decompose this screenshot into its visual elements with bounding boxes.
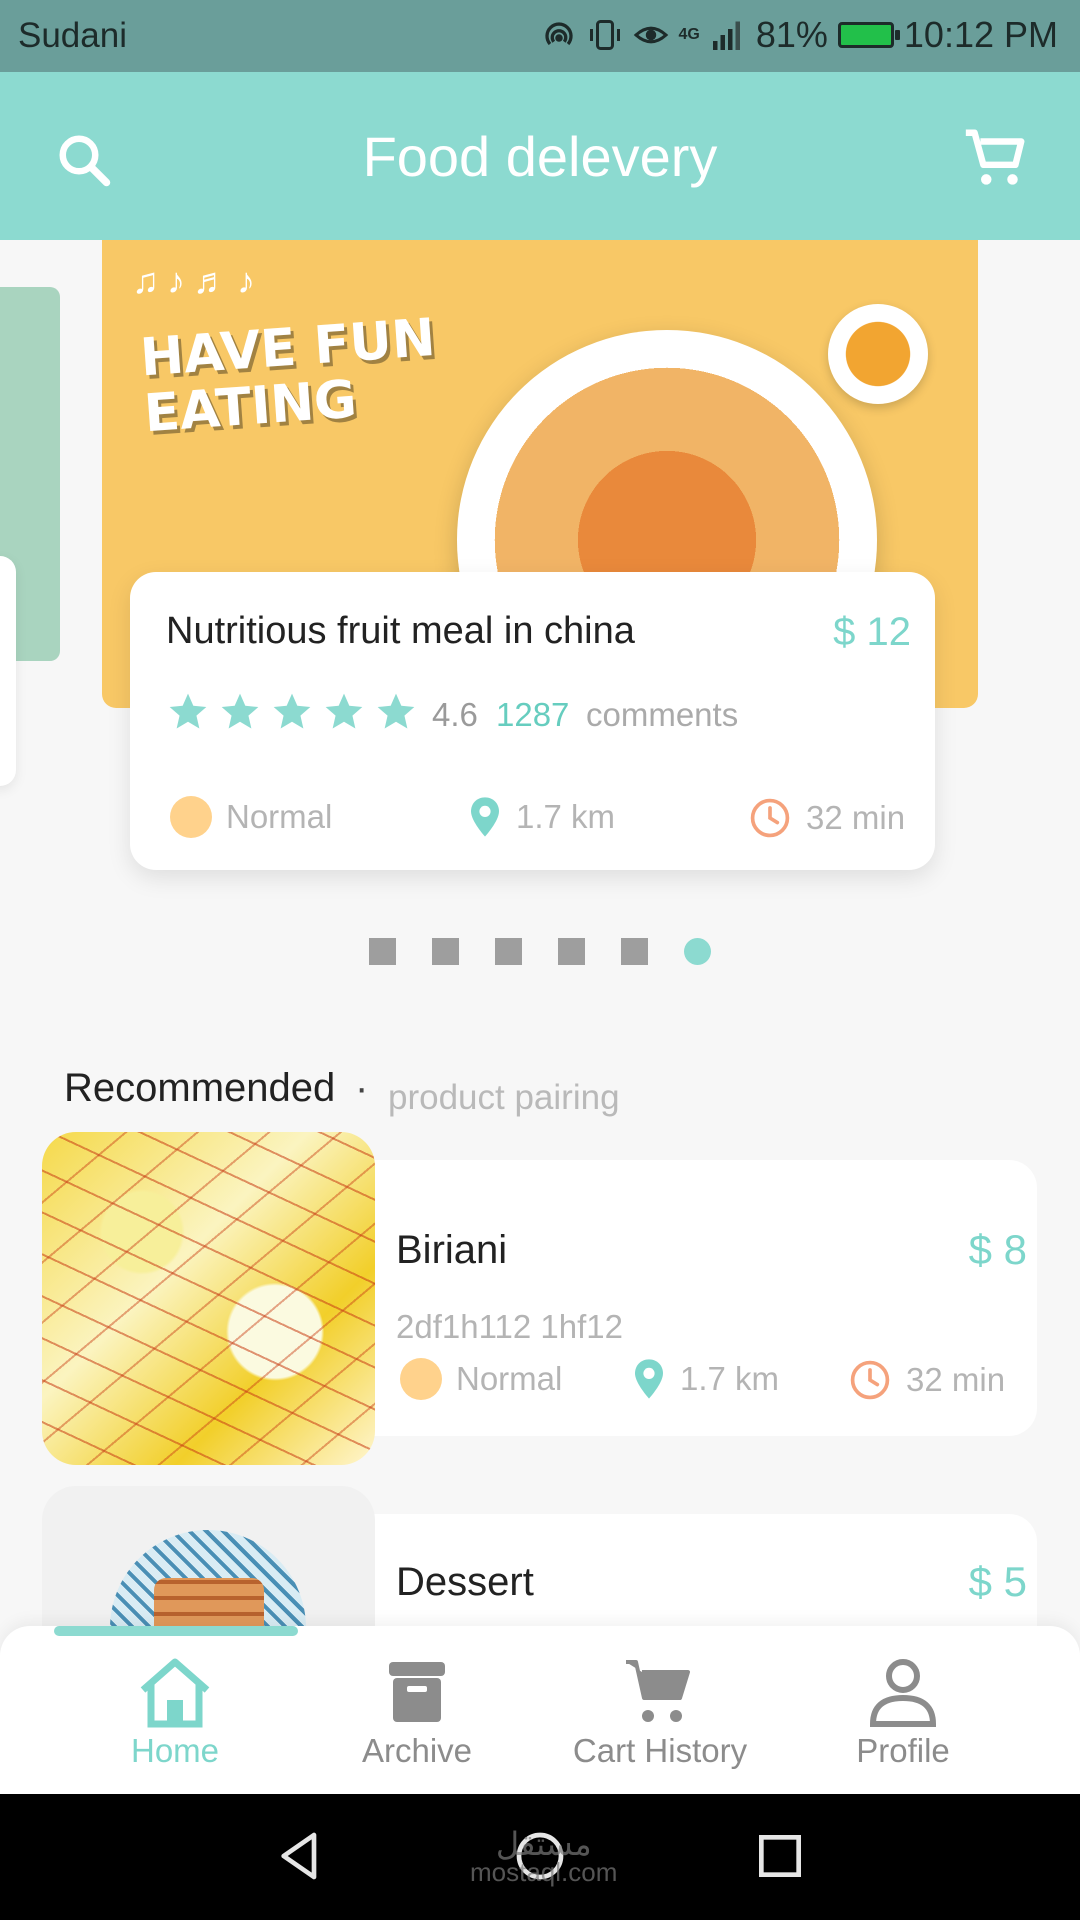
item-name: Biriani: [396, 1228, 508, 1272]
level-dot-icon: [400, 1358, 442, 1400]
featured-price: $ 12: [833, 610, 911, 654]
vibrate-icon: [589, 20, 620, 50]
tab-archive[interactable]: Archive: [297, 1656, 537, 1770]
recents-icon[interactable]: [752, 1828, 808, 1884]
item-level-meta: Normal: [400, 1358, 562, 1400]
active-tab-indicator: [54, 1626, 298, 1636]
status-bar: Sudani 4G 81% 10:12 PM: [0, 0, 1080, 72]
time-label: 32 min: [806, 799, 906, 836]
item-code: 2df1h112 1hf12: [396, 1308, 623, 1345]
sauce-bowl-image: [828, 304, 928, 404]
rating-value: 4.6: [432, 696, 478, 733]
status-icons: 4G 81% 10:12 PM: [541, 14, 1058, 56]
featured-name: Nutritious fruit meal in china: [166, 610, 635, 652]
tab-archive-label: Archive: [361, 1732, 473, 1769]
location-pin-icon: [471, 797, 499, 837]
pager-dot[interactable]: [684, 938, 711, 965]
battery-percent: 81%: [755, 14, 828, 55]
home-icon: [140, 1658, 210, 1728]
tab-home-label: Home: [130, 1732, 220, 1769]
signal-icon: [712, 21, 740, 50]
music-notes-decoration: ♫♪♬♪: [132, 260, 263, 301]
cart-icon[interactable]: [960, 124, 1030, 194]
eye-icon: [633, 26, 668, 44]
profile-icon: [869, 1659, 937, 1727]
pager-dot[interactable]: [558, 938, 585, 965]
tab-cart-history-label: Cart History: [572, 1732, 748, 1769]
time-meta: 32 min: [748, 796, 905, 840]
item-price: $ 8: [968, 1226, 1027, 1273]
tab-home[interactable]: Home: [55, 1656, 295, 1770]
carousel-pager[interactable]: [0, 938, 1080, 965]
tab-profile-label: Profile: [856, 1732, 950, 1769]
item-time-meta: 32 min: [848, 1358, 1005, 1402]
food-item-card[interactable]: Biriani $ 8 2df1h112 1hf12 Normal 1.7 km…: [42, 1132, 1037, 1465]
app-title: Food delevery: [362, 125, 718, 188]
recommended-title: Recommended: [64, 1066, 336, 1110]
previous-slide-card: [0, 556, 16, 786]
star-icon: [221, 693, 259, 729]
app-header: Food delevery: [0, 72, 1080, 240]
carrier-label: Sudani: [18, 16, 127, 55]
item-name: Dessert: [396, 1560, 534, 1604]
recommended-subtitle[interactable]: product pairing: [388, 1078, 620, 1118]
cart-icon: [626, 1660, 690, 1722]
system-navigation-bar: مستقل mostaql.com: [0, 1794, 1080, 1920]
distance-meta: 1.7 km: [468, 796, 615, 838]
tab-profile[interactable]: Profile: [783, 1656, 1023, 1770]
level-dot-icon: [170, 796, 212, 838]
pager-dot[interactable]: [495, 938, 522, 965]
watermark: مستقل mostaql.com: [470, 1826, 618, 1887]
level-label: Normal: [226, 798, 333, 835]
star-icon: [273, 693, 311, 729]
item-time-label: 32 min: [906, 1361, 1006, 1398]
item-distance-label: 1.7 km: [680, 1360, 780, 1397]
biriani-image: [42, 1132, 375, 1465]
clock: 10:12 PM: [903, 14, 1058, 55]
clock-icon: [750, 798, 790, 838]
level-meta: Normal: [170, 796, 332, 838]
comment-count[interactable]: 1287: [496, 696, 569, 734]
star-icon: [377, 693, 415, 729]
bottom-tab-bar: Home Archive Cart History Profile: [0, 1626, 1080, 1794]
network-label: 4G: [678, 26, 700, 43]
distance-label: 1.7 km: [516, 798, 616, 835]
pager-dot[interactable]: [432, 938, 459, 965]
tab-cart-history[interactable]: Cart History: [540, 1656, 780, 1770]
archive-icon: [389, 1662, 445, 1722]
pager-dot[interactable]: [369, 938, 396, 965]
banner-headline: HAVE FUN EATING: [138, 308, 438, 445]
item-level-label: Normal: [456, 1360, 563, 1397]
item-distance-meta: 1.7 km: [632, 1358, 779, 1400]
star-icon: [169, 693, 207, 729]
featured-food-card[interactable]: Nutritious fruit meal in china $ 12 4.6 …: [130, 572, 935, 870]
back-icon[interactable]: [272, 1828, 328, 1884]
watermark-brand: مستقل: [495, 1826, 592, 1862]
clock-icon: [850, 1360, 890, 1400]
pager-dot[interactable]: [621, 938, 648, 965]
star-icon: [325, 693, 363, 729]
recommended-separator: ·: [355, 1066, 369, 1110]
battery-icon: [837, 22, 900, 48]
item-price: $ 5: [968, 1558, 1027, 1605]
hotspot-icon: [544, 22, 573, 46]
comments-label: comments: [586, 696, 739, 733]
watermark-domain: mostaql.com: [470, 1857, 618, 1887]
location-pin-icon: [635, 1359, 663, 1399]
rating-stars: [166, 690, 418, 734]
